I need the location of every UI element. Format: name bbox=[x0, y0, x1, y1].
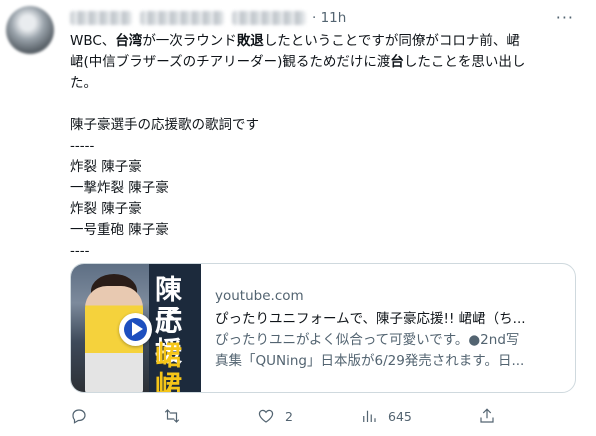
tweet-line: 陳子豪選手の応援歌の歌詞です bbox=[70, 115, 582, 136]
tweet-line: 峮(中信ブラザーズのチアリーダー)観るためだけに渡台したことを思い出し bbox=[70, 52, 582, 73]
tweet-line: ----- bbox=[70, 136, 582, 157]
tweet-text: WBC、台湾が一次ラウンド敗退したということですが同僚がコロナ前、峮 峮(中信ブラ… bbox=[70, 31, 582, 262]
tweet-text-run: が一次ラウンド bbox=[142, 33, 237, 49]
author-handle[interactable] bbox=[140, 11, 224, 25]
share-icon bbox=[480, 408, 494, 423]
reply-icon bbox=[72, 409, 86, 424]
tweet-text-run: 炸裂 陳子豪 bbox=[70, 159, 142, 175]
card-domain: youtube.com bbox=[215, 288, 304, 304]
play-triangle-icon bbox=[132, 322, 143, 336]
tweet-line: 一撃炸裂 陳子豪 bbox=[70, 178, 582, 199]
tweet-text-run: WBC、 bbox=[70, 33, 116, 49]
tweet[interactable]: · 11h ··· WBC、台湾が一次ラウンド敗退したということですが同僚がコロ… bbox=[0, 0, 596, 436]
views-chart-icon bbox=[363, 410, 376, 422]
more-options-icon[interactable]: ··· bbox=[556, 8, 574, 27]
tweet-text-run: 陳子豪選手の応援歌の歌詞です bbox=[70, 117, 259, 133]
video-thumbnail[interactable]: 陳子 応援 峮峮 bbox=[71, 264, 201, 393]
author-name[interactable] bbox=[70, 11, 132, 25]
tweet-line: 炸裂 陳子豪 bbox=[70, 199, 582, 220]
avatar[interactable] bbox=[6, 6, 54, 54]
card-text: youtube.com ぴったりユニフォームで、陳子豪応援!! 峮峮（ち... … bbox=[215, 286, 565, 371]
thumb-text-3: 峮峮 bbox=[155, 341, 182, 393]
share-button[interactable] bbox=[478, 404, 496, 428]
tweet-text-run: したということですが同僚がコロナ前、峮 bbox=[263, 33, 520, 49]
tweet-line: 一号重砲 陳子豪 bbox=[70, 220, 582, 241]
retweet-icon bbox=[164, 409, 180, 423]
like-button[interactable]: 2 bbox=[257, 404, 293, 428]
tweet-text-run: 炸裂 陳子豪 bbox=[70, 201, 142, 217]
card-description-1: ぴったりユニがよく似合って可愛いです。●2nd写 bbox=[215, 332, 520, 348]
tweet-line: ---- bbox=[70, 241, 582, 262]
tweet-text-run: 一号重砲 陳子豪 bbox=[70, 222, 169, 238]
tweet-header: · 11h ··· bbox=[70, 8, 580, 28]
heart-icon bbox=[258, 409, 274, 423]
tweet-line: WBC、台湾が一次ラウンド敗退したということですが同僚がコロナ前、峮 bbox=[70, 31, 582, 52]
tweet-text-run: ----- bbox=[70, 138, 95, 154]
author-extra bbox=[232, 11, 306, 25]
timestamp[interactable]: · 11h bbox=[312, 10, 346, 26]
tweet-text-run: た。 bbox=[70, 75, 97, 91]
like-count: 2 bbox=[285, 408, 293, 424]
views-count: 645 bbox=[388, 408, 412, 424]
tweet-text-run: 峮(中信ブラザーズのチアリーダー)観るためだけに渡 bbox=[70, 54, 391, 70]
card-description-2: 真集「QUNing」日本版が6/29発売されます。日... bbox=[215, 353, 525, 369]
reply-button[interactable] bbox=[70, 404, 98, 428]
retweet-button[interactable] bbox=[163, 404, 191, 428]
tweet-text-run: 一撃炸裂 陳子豪 bbox=[70, 180, 169, 196]
tweet-line bbox=[70, 94, 582, 115]
hashtag-emphasis: 台湾 bbox=[115, 33, 143, 49]
tweet-line: 炸裂 陳子豪 bbox=[70, 157, 582, 178]
action-bar: 2 645 bbox=[70, 404, 570, 428]
hashtag-emphasis: 台 bbox=[390, 54, 404, 70]
tweet-text-run: ---- bbox=[70, 243, 90, 259]
tweet-line: た。 bbox=[70, 73, 582, 94]
tweet-text-run: したことを思い出し bbox=[403, 54, 526, 70]
views-button[interactable]: 645 bbox=[360, 404, 412, 428]
link-preview-card[interactable]: 陳子 応援 峮峮 youtube.com ぴったりユニフォームで、陳子豪応援!!… bbox=[70, 263, 576, 393]
hashtag-emphasis: 敗退 bbox=[236, 33, 264, 49]
card-title: ぴったりユニフォームで、陳子豪応援!! 峮峮（ち... bbox=[215, 311, 526, 327]
